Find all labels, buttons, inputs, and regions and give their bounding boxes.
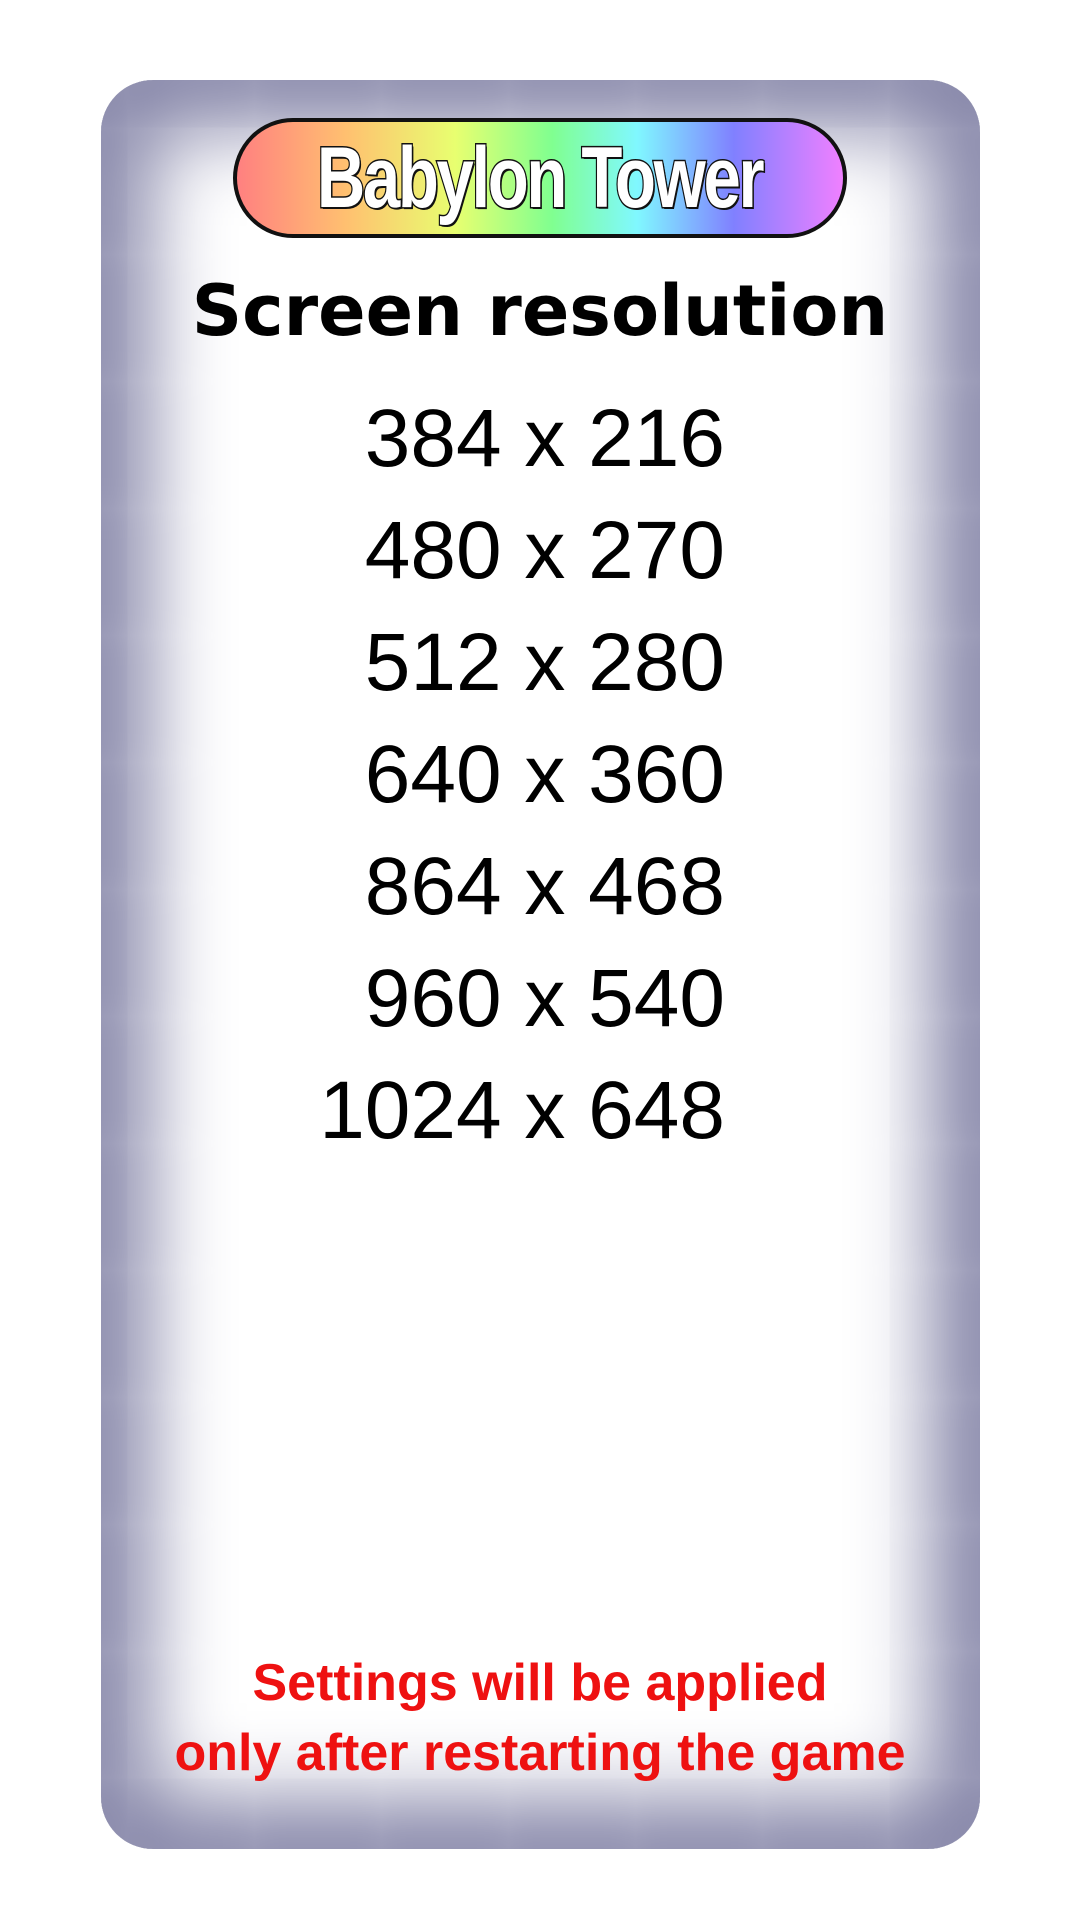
- resolution-label[interactable]: 864 x 468: [365, 846, 725, 928]
- resolution-label[interactable]: 640 x 360: [365, 734, 725, 816]
- resolution-label[interactable]: 384 x 216: [365, 398, 725, 480]
- resolution-option-1024x648[interactable]: 1024 x 648: [0, 1070, 1080, 1182]
- notice-line-1: Settings will be applied: [252, 1654, 828, 1712]
- resolution-option-864x468[interactable]: 864 x 468: [0, 846, 1080, 958]
- resolution-label[interactable]: 1024 x 648: [319, 1070, 725, 1152]
- resolution-option-512x280[interactable]: 512 x 280: [0, 622, 1080, 734]
- page-title: Screen resolution: [191, 270, 889, 352]
- game-logo: Babylon Tower: [233, 118, 847, 238]
- resolution-label[interactable]: 512 x 280: [365, 622, 725, 704]
- resolution-option-480x270[interactable]: 480 x 270: [0, 510, 1080, 622]
- notice-line-2: only after restarting the game: [174, 1724, 906, 1782]
- resolution-option-640x360[interactable]: 640 x 360: [0, 734, 1080, 846]
- resolution-label[interactable]: 960 x 540: [365, 958, 725, 1040]
- resolution-option-960x540[interactable]: 960 x 540: [0, 958, 1080, 1070]
- resolution-label[interactable]: 480 x 270: [365, 510, 725, 592]
- resolution-list: 384 x 216 480 x 270 512 x 280 640 x 360 …: [0, 398, 1080, 1182]
- resolution-option-384x216[interactable]: 384 x 216: [0, 398, 1080, 510]
- restart-notice: Settings will be applied only after rest…: [0, 1648, 1080, 1788]
- logo-text: Babylon Tower: [316, 130, 766, 226]
